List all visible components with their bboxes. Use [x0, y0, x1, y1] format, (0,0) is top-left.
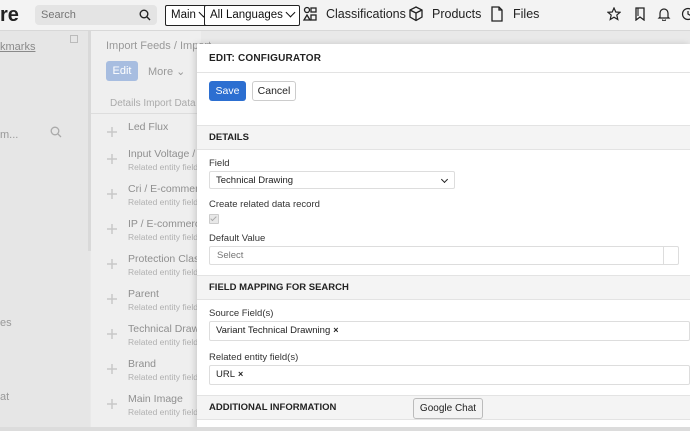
more-button[interactable]: More ⌄: [148, 65, 185, 78]
bell-icon[interactable]: [657, 7, 671, 21]
field-label: Field: [209, 158, 230, 169]
sidebar-item-partial[interactable]: m...: [0, 129, 18, 141]
google-chat-tooltip: Google Chat: [413, 398, 483, 419]
list-item[interactable]: IP / E-commerce Related entity field(s): [91, 214, 208, 249]
drag-handle-icon[interactable]: [107, 189, 117, 199]
edit-configurator-modal: EDIT: CONFIGURATOR Save Cancel DETAILS F…: [197, 44, 690, 431]
search-icon[interactable]: [50, 126, 62, 138]
source-fields-input[interactable]: Variant Technical Drawning ×: [209, 321, 690, 341]
divider: [91, 113, 201, 114]
cancel-button[interactable]: Cancel: [252, 81, 296, 101]
chevron-down-icon: [440, 175, 449, 184]
nav-files[interactable]: Files: [513, 7, 539, 21]
related-fields-label: Related entity field(s): [209, 352, 299, 363]
search-input[interactable]: [35, 5, 143, 25]
source-field-tag[interactable]: Variant Technical Drawning ×: [216, 325, 339, 336]
drag-handle-icon[interactable]: [107, 154, 117, 164]
field-select[interactable]: Technical Drawing: [209, 171, 455, 189]
drag-handle-icon[interactable]: [107, 294, 117, 304]
top-bar: re Main All Languages Classifications Pr…: [0, 0, 690, 31]
source-fields-label: Source Field(s): [209, 308, 274, 319]
section-field-mapping: FIELD MAPPING FOR SEARCH: [197, 275, 690, 300]
list-item[interactable]: Input Voltage / E-c Related entity field…: [91, 144, 214, 179]
list-item[interactable]: Parent Related entity field(s): [91, 284, 208, 319]
list-item[interactable]: Cri / E-commerce Related entity field(s): [91, 179, 210, 214]
drag-handle-icon[interactable]: [107, 224, 117, 234]
products-icon[interactable]: [408, 6, 424, 22]
breadcrumb[interactable]: Import Feeds / Import: [106, 40, 211, 52]
related-fields-input[interactable]: URL ×: [209, 365, 690, 385]
create-related-label: Create related data record: [209, 199, 320, 210]
default-value-input[interactable]: [210, 247, 624, 264]
default-value-action[interactable]: [663, 247, 678, 264]
chevron-down-icon: [285, 7, 296, 18]
global-search[interactable]: [35, 5, 157, 25]
brand-logo[interactable]: re: [0, 4, 19, 27]
star-icon[interactable]: [607, 7, 621, 21]
sidebar-item-partial[interactable]: es: [0, 317, 12, 329]
language-select[interactable]: All Languages: [204, 5, 300, 26]
drag-handle-icon[interactable]: [107, 127, 117, 137]
related-field-tag[interactable]: URL ×: [216, 369, 243, 380]
divider: [197, 72, 690, 73]
list-item[interactable]: Brand Related entity field(s): [91, 354, 208, 389]
history-icon[interactable]: [681, 7, 690, 21]
record-tabs[interactable]: Details Import Data: [110, 98, 196, 109]
sidebar-item-partial[interactable]: at: [0, 391, 9, 403]
bookmark-icon[interactable]: [633, 7, 647, 21]
section-details: DETAILS: [197, 125, 690, 150]
drag-handle-icon[interactable]: [107, 329, 117, 339]
remove-tag-icon[interactable]: ×: [238, 369, 243, 379]
bookmarks-link[interactable]: kmarks: [0, 41, 35, 53]
nav-classifications[interactable]: Classifications: [326, 7, 406, 21]
taskbar: [0, 427, 690, 431]
drag-handle-icon[interactable]: [107, 364, 117, 374]
nav-products[interactable]: Products: [432, 7, 481, 21]
list-item[interactable]: Main Image Related entity field(s): [91, 389, 208, 424]
files-icon[interactable]: [489, 6, 505, 22]
background-record-view: Import Feeds / Import Edit More ⌄ Detail…: [91, 31, 214, 431]
edit-button[interactable]: Edit: [106, 61, 138, 81]
list-item[interactable]: Technical Drawing Related entity field(s…: [91, 319, 213, 354]
remove-tag-icon[interactable]: ×: [333, 325, 338, 335]
default-value-label: Default Value: [209, 233, 266, 244]
drag-handle-icon[interactable]: [107, 259, 117, 269]
panel-toggle-icon[interactable]: [70, 35, 78, 43]
default-value-field[interactable]: [209, 246, 679, 265]
save-button[interactable]: Save: [209, 81, 246, 101]
search-icon[interactable]: [139, 9, 151, 21]
list-item[interactable]: Protection Class / Related entity field(…: [91, 249, 210, 284]
classifications-icon[interactable]: [302, 6, 318, 22]
left-sidebar: kmarks m... es at: [0, 31, 90, 431]
modal-title: EDIT: CONFIGURATOR: [209, 53, 322, 64]
drag-handle-icon[interactable]: [107, 399, 117, 409]
create-related-checkbox[interactable]: [209, 214, 219, 224]
